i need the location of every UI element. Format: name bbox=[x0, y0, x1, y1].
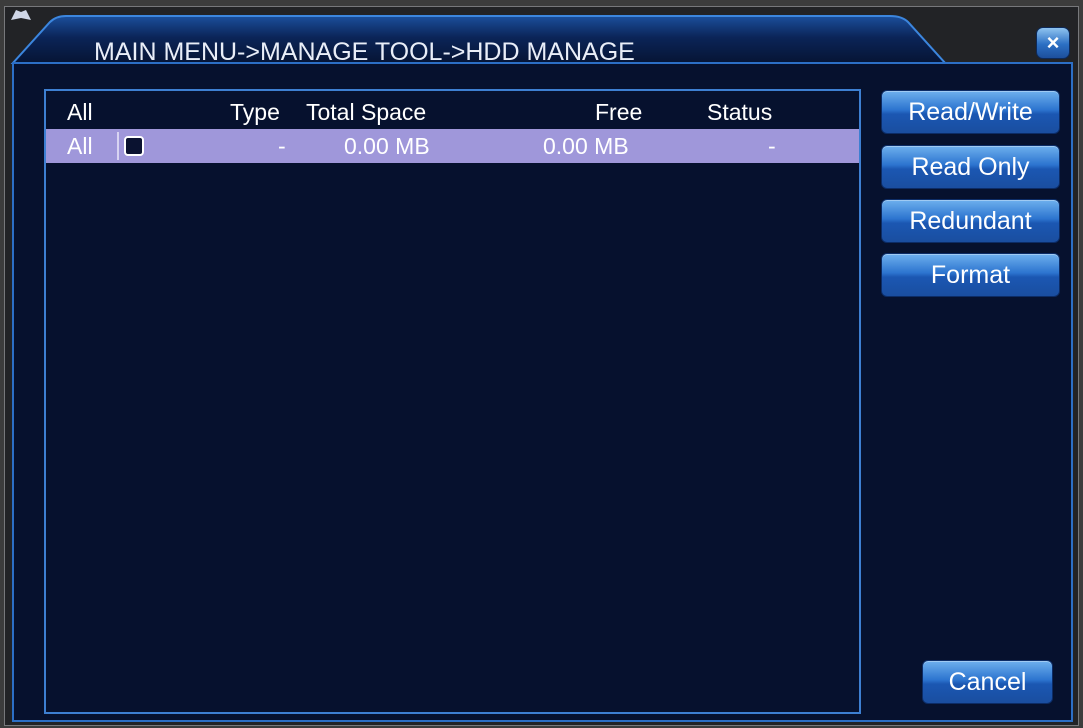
read-write-button[interactable]: Read/Write bbox=[881, 90, 1060, 134]
header-type: Type bbox=[230, 99, 280, 125]
row-free: 0.00 MB bbox=[543, 133, 629, 159]
table-row[interactable]: All - 0.00 MB 0.00 MB - bbox=[46, 129, 859, 163]
header-all: All bbox=[67, 99, 93, 125]
read-only-button[interactable]: Read Only bbox=[881, 145, 1060, 189]
table-header: All Type Total Space Free Status bbox=[46, 95, 859, 129]
close-button[interactable]: × bbox=[1036, 27, 1070, 59]
header-status: Status bbox=[707, 99, 773, 125]
row-divider bbox=[117, 132, 119, 160]
redundant-button[interactable]: Redundant bbox=[881, 199, 1060, 243]
format-button[interactable]: Format bbox=[881, 253, 1060, 297]
select-all-checkbox[interactable] bbox=[124, 136, 144, 156]
hdd-table: All Type Total Space Free Status All - 0… bbox=[44, 89, 861, 714]
row-status: - bbox=[768, 133, 776, 159]
cancel-button[interactable]: Cancel bbox=[922, 660, 1053, 704]
row-all-label: All bbox=[67, 133, 93, 159]
header-free: Free bbox=[595, 99, 643, 125]
row-type: - bbox=[278, 133, 286, 159]
title-bar: MAIN MENU->MANAGE TOOL->HDD MANAGE bbox=[10, 8, 1075, 66]
menu-book-icon bbox=[11, 10, 31, 20]
header-total-space: Total Space bbox=[306, 99, 427, 125]
hdd-manage-window: MAIN MENU->MANAGE TOOL->HDD MANAGE × All… bbox=[0, 0, 1083, 728]
close-icon: × bbox=[1046, 30, 1060, 55]
row-total-space: 0.00 MB bbox=[344, 133, 430, 159]
